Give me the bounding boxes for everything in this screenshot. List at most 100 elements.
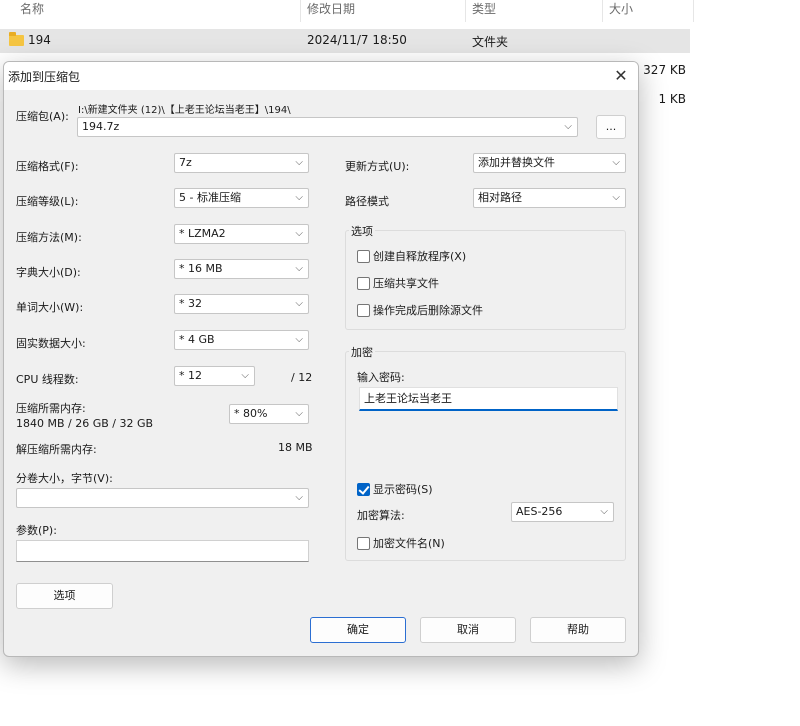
add-to-archive-dialog: 添加到压缩包 ✕ 压缩包(A): I:\新建文件夹 (12)\【上老王论坛当老王… xyxy=(3,61,639,657)
column-header-size[interactable]: 大小 xyxy=(609,0,633,22)
path-mode-label: 路径模式 xyxy=(345,195,389,208)
dialog-titlebar[interactable]: 添加到压缩包 ✕ xyxy=(4,62,638,90)
update-combo[interactable]: 添加并替换文件 ⌵ xyxy=(473,153,626,173)
cpu-label: CPU 线程数: xyxy=(16,373,79,386)
shared-label: 压缩共享文件 xyxy=(373,277,439,290)
archive-label: 压缩包(A): xyxy=(16,110,69,123)
folder-icon xyxy=(9,32,24,46)
memory-label: 压缩所需内存: xyxy=(16,402,86,415)
archive-path: I:\新建文件夹 (12)\【上老王论坛当老王】\194\ xyxy=(78,105,291,116)
dict-combo[interactable]: * 16 MB ⌵ xyxy=(174,259,309,279)
encryption-group-title: 加密 xyxy=(349,344,375,360)
params-input[interactable] xyxy=(16,540,309,562)
sfx-label: 创建自释放程序(X) xyxy=(373,250,467,263)
options-group-title: 选项 xyxy=(349,223,375,239)
chevron-down-icon: ⌵ xyxy=(295,157,303,168)
dialog-title: 添加到压缩包 xyxy=(8,70,81,84)
column-header-type[interactable]: 类型 xyxy=(472,0,496,22)
cpu-value: * 12 xyxy=(179,369,202,382)
encryption-method-combo[interactable]: AES-256 ⌵ xyxy=(511,502,614,522)
browse-button[interactable]: ... xyxy=(596,115,626,139)
checkbox[interactable] xyxy=(357,250,370,263)
options-button[interactable]: 选项 xyxy=(16,583,113,609)
memory-percent-combo[interactable]: * 80% ⌵ xyxy=(229,404,309,424)
checkbox[interactable] xyxy=(357,537,370,550)
chevron-down-icon: ⌵ xyxy=(295,192,303,203)
column-divider[interactable] xyxy=(300,0,301,22)
show-password-label: 显示密码(S) xyxy=(373,483,433,496)
delete-after-option[interactable]: 操作完成后删除源文件 xyxy=(357,302,483,318)
chevron-down-icon: ⌵ xyxy=(612,192,620,203)
column-header-name[interactable]: 名称 xyxy=(20,0,44,22)
params-label: 参数(P): xyxy=(16,524,57,537)
file-date: 2024/11/7 18:50 xyxy=(307,33,407,47)
level-combo[interactable]: 5 - 标准压缩 ⌵ xyxy=(174,188,309,208)
ok-button[interactable]: 确定 xyxy=(310,617,406,643)
dict-label: 字典大小(D): xyxy=(16,266,81,279)
chevron-down-icon: ⌵ xyxy=(295,408,303,419)
method-combo[interactable]: * LZMA2 ⌵ xyxy=(174,224,309,244)
sfx-option[interactable]: 创建自释放程序(X) xyxy=(357,248,466,264)
password-label: 输入密码: xyxy=(357,371,405,384)
memory-values: 1840 MB / 26 GB / 32 GB xyxy=(16,417,154,430)
encryption-method-value: AES-256 xyxy=(516,505,563,518)
decompress-memory-label: 解压缩所需内存: xyxy=(16,443,97,456)
chevron-down-icon[interactable]: ⌵ xyxy=(564,118,572,136)
volume-label: 分卷大小，字节(V): xyxy=(16,472,113,485)
method-label: 压缩方法(M): xyxy=(16,231,82,244)
file-name: 194 xyxy=(28,33,51,47)
cancel-button[interactable]: 取消 xyxy=(420,617,516,643)
column-divider[interactable] xyxy=(693,0,694,22)
chevron-down-icon: ⌵ xyxy=(295,298,303,309)
column-divider[interactable] xyxy=(602,0,603,22)
archive-name-combo[interactable]: 194.7z ⌵ xyxy=(77,117,578,137)
memory-percent-value: * 80% xyxy=(234,407,268,420)
file-type: 文件夹 xyxy=(472,35,509,49)
shared-option[interactable]: 压缩共享文件 xyxy=(357,275,439,291)
checkbox-checked[interactable] xyxy=(357,483,370,496)
encryption-method-label: 加密算法: xyxy=(357,509,405,522)
cpu-total: / 12 xyxy=(291,371,313,384)
solid-value: * 4 GB xyxy=(179,333,215,346)
column-header-date[interactable]: 修改日期 xyxy=(307,0,355,22)
solid-label: 固实数据大小: xyxy=(16,337,86,350)
checkbox[interactable] xyxy=(357,277,370,290)
level-value: 5 - 标准压缩 xyxy=(179,191,241,204)
column-divider[interactable] xyxy=(465,0,466,22)
format-label: 压缩格式(F): xyxy=(16,160,79,173)
level-label: 压缩等级(L): xyxy=(16,195,79,208)
file-size: 1 KB xyxy=(658,92,686,106)
encrypt-names-label: 加密文件名(N) xyxy=(373,537,445,550)
chevron-down-icon: ⌵ xyxy=(612,157,620,168)
close-icon[interactable]: ✕ xyxy=(610,65,632,87)
help-button[interactable]: 帮助 xyxy=(530,617,626,643)
chevron-down-icon: ⌵ xyxy=(295,228,303,239)
volume-combo[interactable]: ⌵ xyxy=(16,488,309,508)
show-password-option[interactable]: 显示密码(S) xyxy=(357,481,433,497)
chevron-down-icon: ⌵ xyxy=(241,370,249,381)
chevron-down-icon: ⌵ xyxy=(295,334,303,345)
update-label: 更新方式(U): xyxy=(345,160,410,173)
file-size: 327 KB xyxy=(643,63,686,77)
chevron-down-icon: ⌵ xyxy=(295,492,303,503)
delete-after-label: 操作完成后删除源文件 xyxy=(373,304,483,317)
chevron-down-icon: ⌵ xyxy=(295,263,303,274)
word-value: * 32 xyxy=(179,297,202,310)
password-input[interactable]: 上老王论坛当老王 xyxy=(359,387,618,411)
encrypt-names-option[interactable]: 加密文件名(N) xyxy=(357,535,445,551)
cpu-combo[interactable]: * 12 ⌵ xyxy=(174,366,255,386)
format-value: 7z xyxy=(179,156,192,169)
decompress-memory-value: 18 MB xyxy=(278,441,313,454)
chevron-down-icon: ⌵ xyxy=(600,506,608,517)
file-row-selected[interactable]: 194 2024/11/7 18:50 文件夹 xyxy=(0,29,690,53)
update-value: 添加并替换文件 xyxy=(478,156,555,169)
dict-value: * 16 MB xyxy=(179,262,223,275)
path-mode-combo[interactable]: 相对路径 ⌵ xyxy=(473,188,626,208)
method-value: * LZMA2 xyxy=(179,227,226,240)
solid-combo[interactable]: * 4 GB ⌵ xyxy=(174,330,309,350)
word-combo[interactable]: * 32 ⌵ xyxy=(174,294,309,314)
archive-name-value: 194.7z xyxy=(82,120,120,133)
path-mode-value: 相对路径 xyxy=(478,191,522,204)
format-combo[interactable]: 7z ⌵ xyxy=(174,153,309,173)
checkbox[interactable] xyxy=(357,304,370,317)
